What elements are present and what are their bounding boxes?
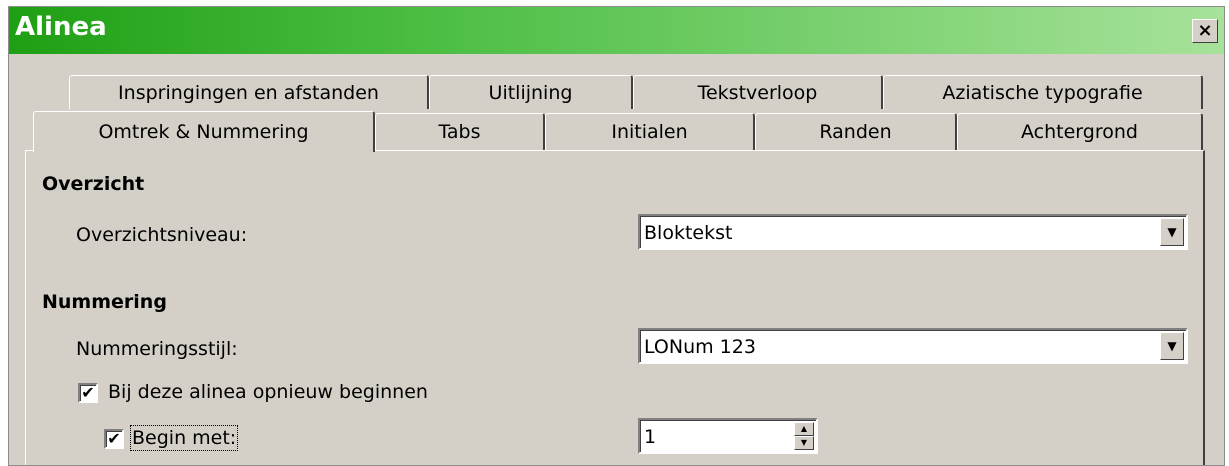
chevron-down-icon[interactable]: ▼ (1160, 332, 1184, 360)
window-title: Alinea (15, 12, 107, 42)
numbering-heading: Nummering (42, 291, 167, 313)
tab-label: Uitlijning (488, 81, 573, 104)
close-button[interactable]: × (1192, 19, 1218, 43)
tab-label: Inspringingen en afstanden (118, 81, 379, 104)
tab-achtergrond[interactable]: Achtergrond (957, 113, 1203, 150)
tab-uitlijning[interactable]: Uitlijning (429, 75, 633, 109)
restart-label[interactable]: Bij deze alinea opnieuw beginnen (108, 381, 428, 403)
title-bar[interactable]: Alinea × (9, 7, 1224, 54)
close-icon: × (1197, 20, 1213, 41)
tab-label: Tekstverloop (697, 81, 818, 104)
outline-level-value: Bloktekst (644, 222, 733, 244)
tab-initialen[interactable]: Initialen (545, 113, 755, 150)
tab-label: Aziatische typografie (942, 81, 1143, 104)
outline-level-select[interactable]: Bloktekst ▼ (638, 214, 1188, 250)
tab-tekstverloop[interactable]: Tekstverloop (633, 75, 883, 109)
tab-label: Achtergrond (1021, 121, 1138, 143)
chevron-down-icon[interactable]: ▼ (1160, 218, 1184, 246)
tab-label: Initialen (611, 121, 688, 143)
restart-checkbox[interactable]: ✔ (78, 383, 98, 403)
tab-label: Randen (819, 121, 892, 143)
tab-label: Omtrek & Nummering (98, 121, 309, 143)
arrow-down-icon[interactable]: ▼ (794, 436, 814, 450)
arrow-up-icon[interactable]: ▲ (794, 422, 814, 436)
numbering-style-label: Nummeringsstijl: (76, 338, 238, 360)
start-value-spinbox[interactable]: 1 ▲ ▼ (638, 418, 818, 454)
start-value: 1 (644, 426, 657, 448)
tab-tabs[interactable]: Tabs (375, 113, 545, 150)
numbering-style-value: LONum 123 (644, 336, 756, 358)
numbering-style-select[interactable]: LONum 123 ▼ (638, 328, 1188, 364)
start-with-checkbox[interactable]: ✔ (104, 429, 124, 449)
tab-label: Tabs (438, 121, 481, 143)
tab-randen[interactable]: Randen (755, 113, 957, 150)
checkmark-icon: ✔ (81, 383, 95, 402)
dialog-window: Alinea × Inspringingen en afstanden Uitl… (8, 6, 1225, 466)
outline-heading: Overzicht (42, 173, 145, 195)
tab-panel: Overzicht Overzichtsniveau: Bloktekst ▼ … (25, 150, 1205, 465)
tab-inspringingen[interactable]: Inspringingen en afstanden (69, 75, 429, 109)
tab-aziatische-typografie[interactable]: Aziatische typografie (883, 75, 1203, 109)
tab-omtrek-nummering[interactable]: Omtrek & Nummering (33, 111, 375, 152)
checkmark-icon: ✔ (107, 429, 121, 448)
start-with-label[interactable]: Begin met: (129, 425, 239, 451)
outline-level-label: Overzichtsniveau: (76, 224, 248, 246)
